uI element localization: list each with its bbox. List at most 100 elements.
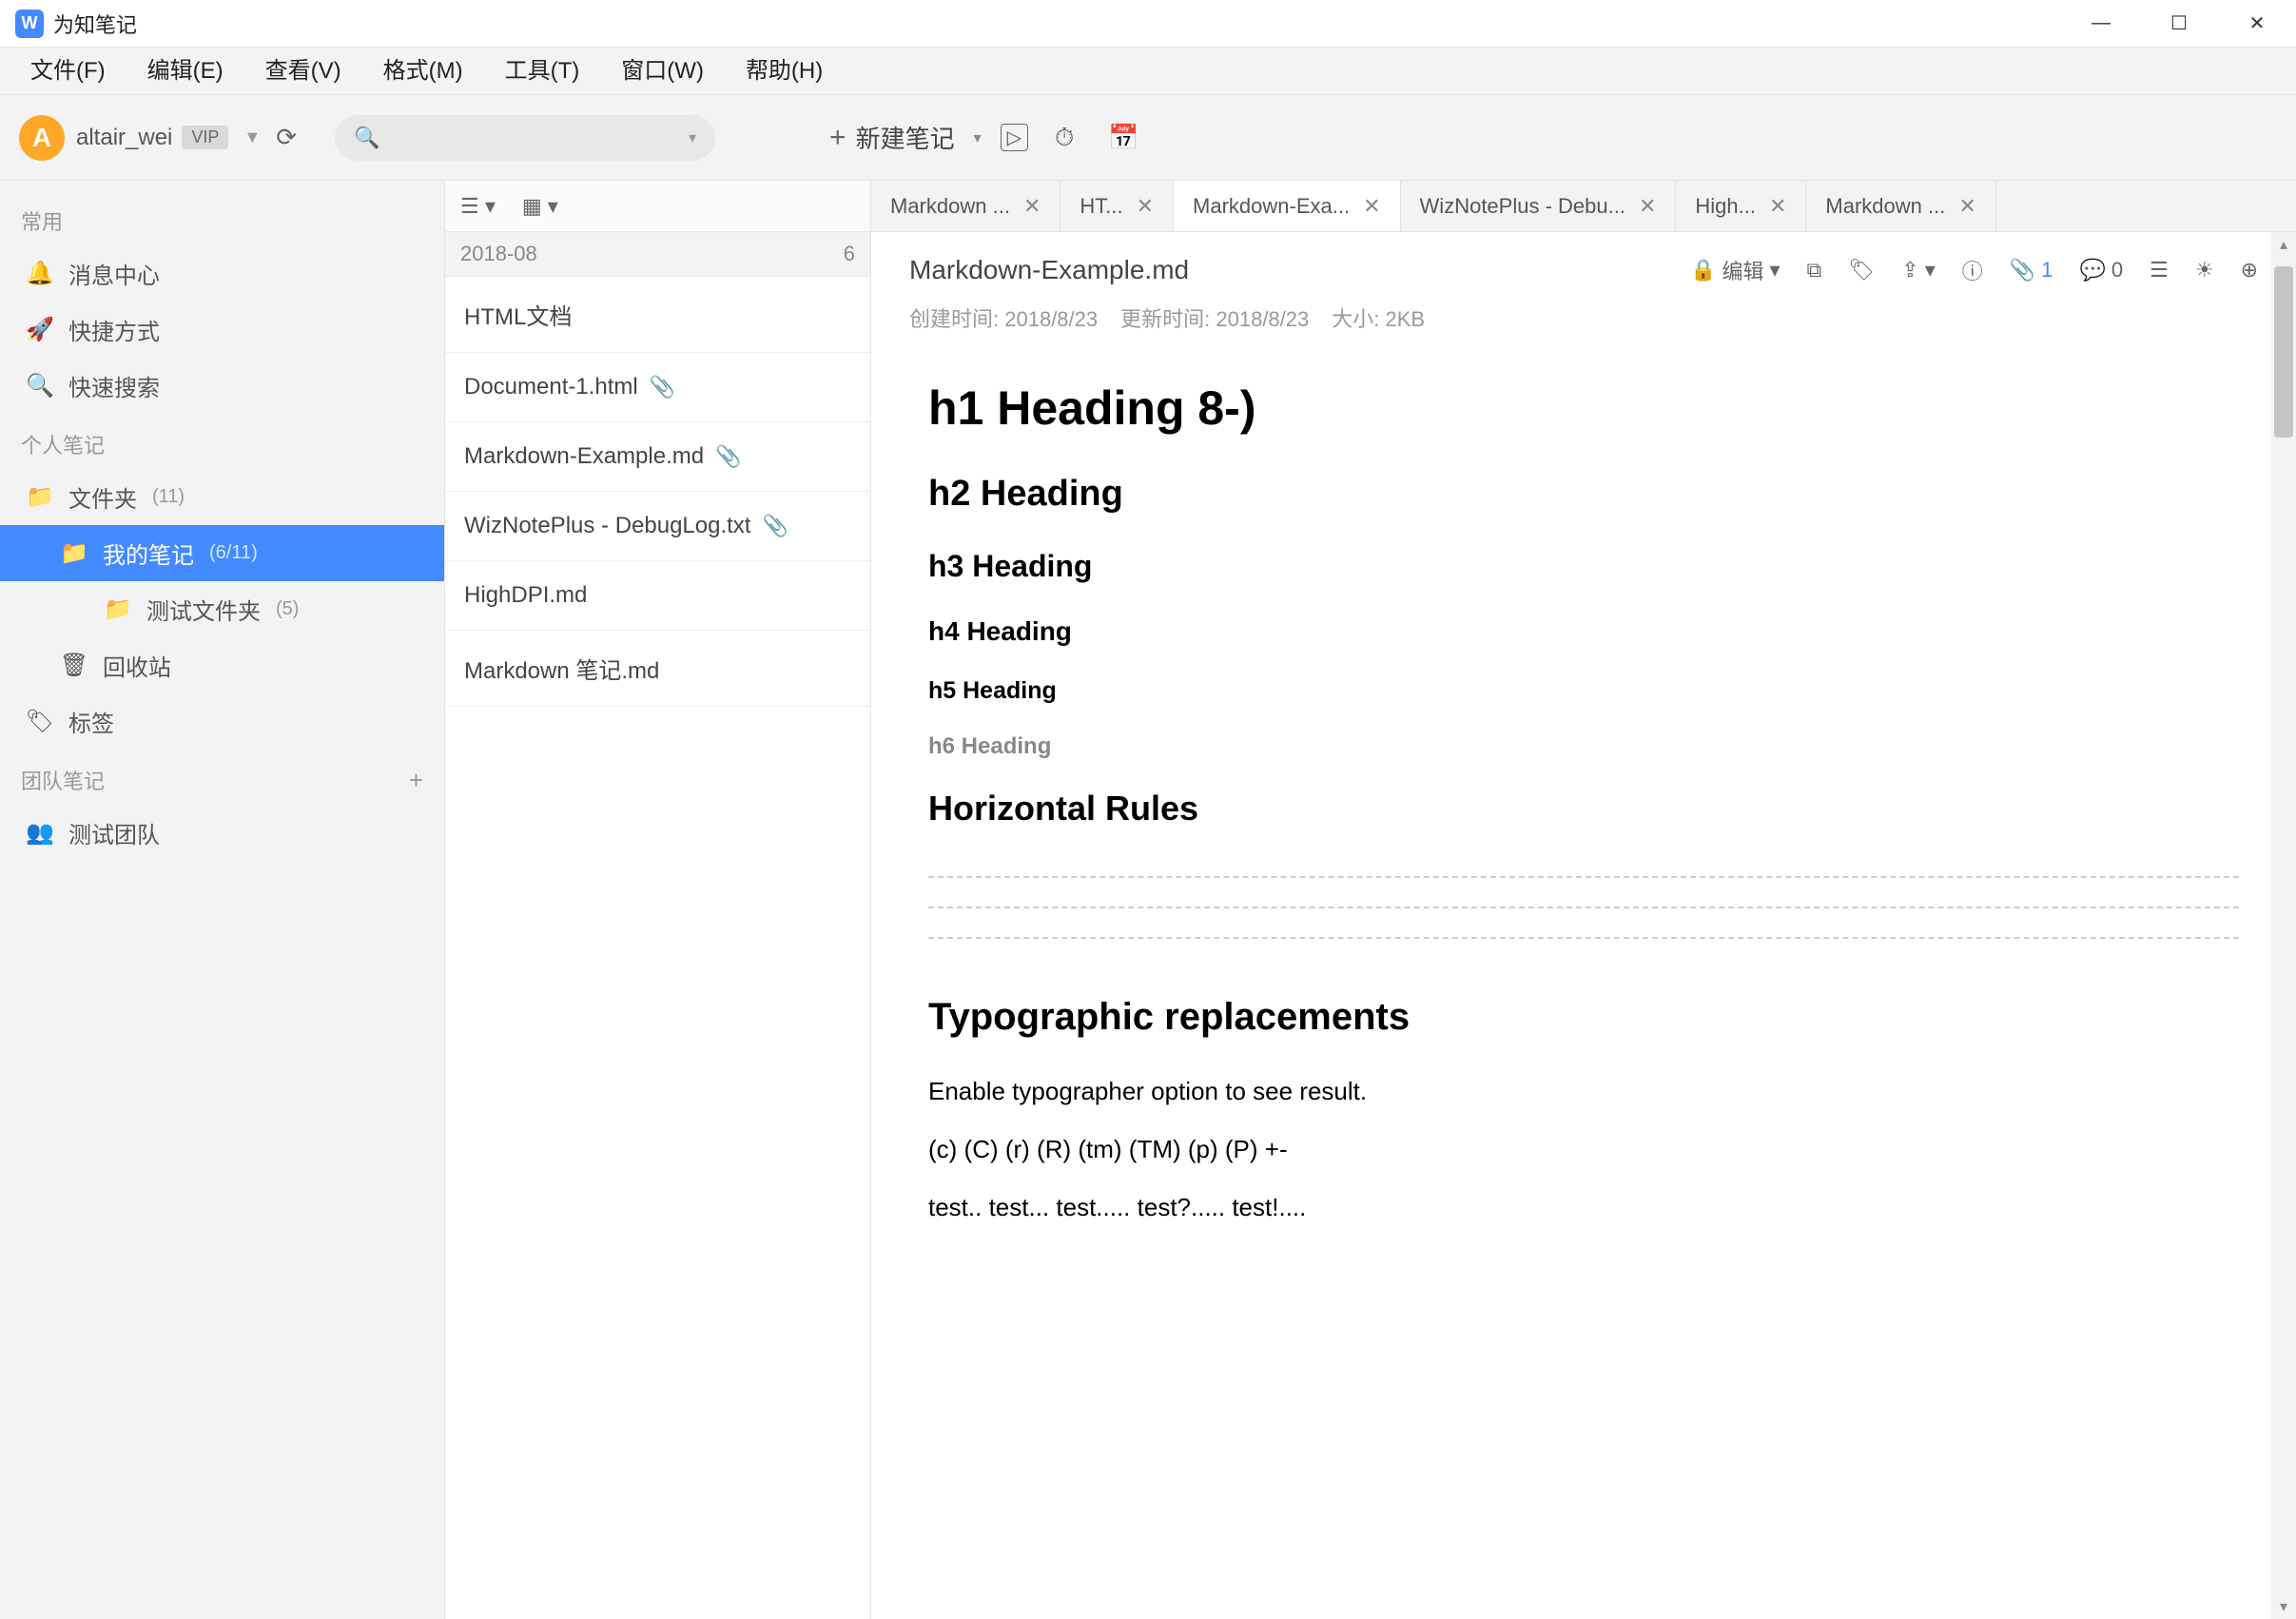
plus-icon: + bbox=[829, 122, 846, 154]
tag-icon[interactable]: 🏷 bbox=[1848, 258, 1875, 283]
avatar[interactable]: A bbox=[19, 115, 65, 161]
sidebar-item-shortcut[interactable]: 🚀快捷方式 bbox=[0, 302, 444, 358]
grid-view-icon[interactable]: ▦ ▾ bbox=[522, 194, 558, 219]
menu-view[interactable]: 查看(V) bbox=[244, 48, 362, 95]
doc-body[interactable]: h1 Heading 8-) h2 Heading h3 Heading h4 … bbox=[871, 342, 2296, 1619]
username[interactable]: altair_wei bbox=[76, 125, 172, 151]
minimize-button[interactable]: — bbox=[2062, 0, 2140, 48]
close-icon[interactable]: ✕ bbox=[1958, 194, 1975, 219]
close-icon[interactable]: ✕ bbox=[1769, 194, 1786, 219]
search-icon: 🔍 bbox=[354, 126, 379, 150]
h6: h6 Heading bbox=[928, 733, 2239, 760]
group-count: 6 bbox=[844, 242, 855, 266]
folder-icon: 📁 bbox=[105, 595, 131, 623]
scroll-down-icon[interactable]: ▾ bbox=[2271, 1594, 2296, 1619]
info-icon[interactable]: ⓘ bbox=[1962, 255, 1983, 285]
typo-heading: Typographic replacements bbox=[928, 996, 2239, 1039]
note-item[interactable]: Markdown 笔记.md bbox=[445, 631, 870, 707]
chevron-down-icon[interactable]: ▾ bbox=[974, 128, 982, 147]
note-item[interactable]: WizNotePlus - DebugLog.txt📎 bbox=[445, 492, 870, 561]
list-view-icon[interactable]: ☰ ▾ bbox=[460, 194, 496, 219]
external-icon[interactable]: ⧉ bbox=[1807, 258, 1822, 283]
horizontal-rule bbox=[928, 937, 2239, 939]
menu-format[interactable]: 格式(M) bbox=[362, 48, 484, 95]
close-icon[interactable]: ✕ bbox=[1639, 194, 1656, 219]
user-dropdown-icon[interactable]: ▼ bbox=[243, 127, 261, 147]
scrollbar[interactable]: ▴ ▾ bbox=[2271, 232, 2296, 1619]
paperclip-icon: 📎 bbox=[2010, 258, 2035, 283]
new-note-button[interactable]: + 新建笔记 ▾ bbox=[829, 120, 982, 155]
tab-active[interactable]: Markdown-Exa...✕ bbox=[1174, 181, 1401, 231]
h2: h2 Heading bbox=[928, 474, 2239, 515]
menu-help[interactable]: 帮助(H) bbox=[725, 48, 844, 95]
maximize-button[interactable]: ☐ bbox=[2140, 0, 2218, 48]
comment-button[interactable]: 💬0 bbox=[2079, 258, 2123, 283]
notelist-toolbar: ☰ ▾ ▦ ▾ bbox=[445, 181, 870, 232]
comment-icon: 💬 bbox=[2079, 258, 2105, 283]
note-item[interactable]: HighDPI.md bbox=[445, 561, 870, 631]
sidebar-tags[interactable]: 🏷标签 bbox=[0, 693, 444, 750]
sidebar-section-team-row: 团队笔记 + bbox=[0, 750, 444, 805]
tab[interactable]: Markdown ...✕ bbox=[1806, 181, 1995, 231]
search-dropdown-icon[interactable]: ▾ bbox=[689, 128, 696, 147]
sidebar-folder-mynotes[interactable]: 📁我的笔记 (6/11) bbox=[0, 525, 444, 581]
horizontal-rule bbox=[928, 876, 2239, 878]
sidebar-team-item[interactable]: 👥测试团队 bbox=[0, 805, 444, 861]
tabs: Markdown ...✕ HT...✕ Markdown-Exa...✕ Wi… bbox=[871, 181, 2296, 232]
close-icon[interactable]: ✕ bbox=[1363, 194, 1380, 219]
tab[interactable]: WizNotePlus - Debu...✕ bbox=[1401, 181, 1677, 231]
timer-icon[interactable]: ⏱ bbox=[1047, 123, 1081, 153]
note-item[interactable]: Document-1.html📎 bbox=[445, 353, 870, 422]
h5: h5 Heading bbox=[928, 677, 2239, 705]
notelist-group-header: 2018-08 6 bbox=[445, 232, 870, 277]
attachment-button[interactable]: 📎1 bbox=[2010, 258, 2053, 283]
rocket-icon: 🚀 bbox=[27, 316, 53, 343]
tab[interactable]: High...✕ bbox=[1676, 181, 1806, 231]
sidebar-folder-root[interactable]: 📁文件夹 (11) bbox=[0, 469, 444, 525]
menu-edit[interactable]: 编辑(E) bbox=[126, 48, 244, 95]
sync-icon[interactable]: ⟳ bbox=[276, 123, 297, 152]
doc-meta: 创建时间: 2018/8/23 更新时间: 2018/8/23 大小: 2KB bbox=[909, 302, 2258, 333]
menu-tools[interactable]: 工具(T) bbox=[484, 48, 601, 95]
edit-button[interactable]: 🔒编辑 ▾ bbox=[1690, 255, 1780, 285]
folder-icon: 📁 bbox=[61, 539, 88, 567]
search-input[interactable]: 🔍 ▾ bbox=[335, 115, 715, 161]
hr-heading: Horizontal Rules bbox=[928, 789, 2239, 829]
trash-icon: 🗑 bbox=[61, 652, 88, 679]
zoom-icon[interactable]: ⊕ bbox=[2241, 258, 2258, 283]
attachment-icon: 📎 bbox=[715, 444, 741, 469]
attachment-icon: 📎 bbox=[650, 375, 675, 400]
menu-file[interactable]: 文件(F) bbox=[10, 48, 126, 95]
add-team-button[interactable]: + bbox=[409, 766, 423, 795]
scroll-up-icon[interactable]: ▴ bbox=[2271, 232, 2296, 257]
toolbar: A altair_wei VIP ▼ ⟳ 🔍 ▾ + 新建笔记 ▾ ▷ ⏱ 📅 bbox=[0, 95, 2296, 181]
note-item[interactable]: HTML文档 bbox=[445, 277, 870, 353]
share-icon[interactable]: ⇪ ▾ bbox=[1901, 258, 1936, 283]
note-list: ☰ ▾ ▦ ▾ 2018-08 6 HTML文档 Document-1.html… bbox=[445, 181, 871, 1619]
close-icon[interactable]: ✕ bbox=[1137, 194, 1154, 219]
calendar-icon[interactable]: 📅 bbox=[1100, 123, 1146, 152]
doc-title[interactable]: Markdown-Example.md bbox=[909, 255, 1690, 285]
menu-window[interactable]: 窗口(W) bbox=[600, 48, 725, 95]
attachment-icon: 📎 bbox=[762, 514, 788, 538]
close-icon[interactable]: ✕ bbox=[1023, 194, 1041, 219]
sidebar-folder-test[interactable]: 📁测试文件夹 (5) bbox=[0, 581, 444, 637]
scrollbar-thumb[interactable] bbox=[2274, 266, 2293, 438]
main: 常用 🔔消息中心 🚀快捷方式 🔍快速搜索 个人笔记 📁文件夹 (11) 📁我的笔… bbox=[0, 181, 2296, 1619]
sidebar-item-messages[interactable]: 🔔消息中心 bbox=[0, 245, 444, 302]
paragraph: test.. test... test..... test?..... test… bbox=[928, 1193, 2239, 1222]
close-button[interactable]: ✕ bbox=[2218, 0, 2296, 48]
sidebar-section-team: 团队笔记 bbox=[21, 765, 105, 795]
sidebar-recycle[interactable]: 🗑回收站 bbox=[0, 637, 444, 693]
sidebar-item-quicksearch[interactable]: 🔍快速搜索 bbox=[0, 358, 444, 414]
tab[interactable]: HT...✕ bbox=[1060, 181, 1174, 231]
new-note-label: 新建笔记 bbox=[856, 120, 955, 155]
note-item[interactable]: Markdown-Example.md📎 bbox=[445, 422, 870, 492]
group-icon: 👥 bbox=[27, 819, 53, 847]
paragraph: (c) (C) (r) (R) (tm) (TM) (p) (P) +- bbox=[928, 1135, 2239, 1164]
play-icon[interactable]: ▷ bbox=[1001, 124, 1028, 151]
newnote-group: + 新建笔记 ▾ ▷ ⏱ 📅 bbox=[829, 120, 1147, 155]
tab[interactable]: Markdown ...✕ bbox=[871, 181, 1060, 231]
theme-icon[interactable]: ☀ bbox=[2195, 258, 2214, 283]
outline-icon[interactable]: ☰ bbox=[2150, 258, 2169, 283]
